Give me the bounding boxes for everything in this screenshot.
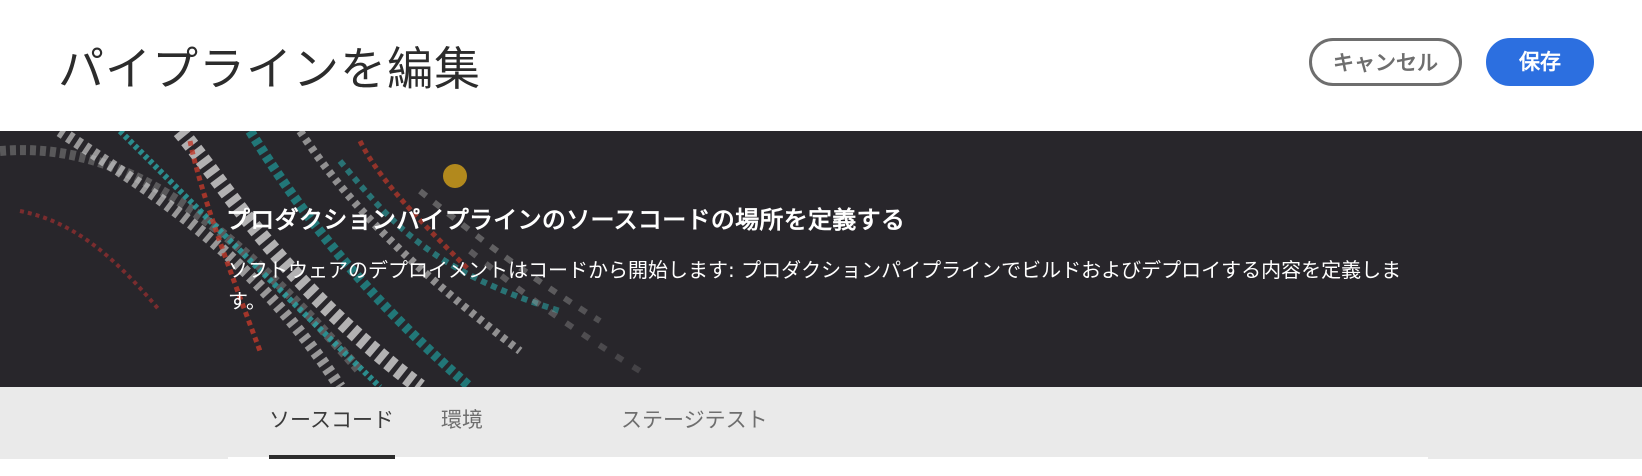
active-tab-indicator: [269, 455, 395, 459]
page-title: パイプラインを編集: [58, 42, 481, 96]
page-header: パイプラインを編集 キャンセル 保存: [0, 0, 1642, 131]
cancel-button[interactable]: キャンセル: [1309, 38, 1462, 86]
hero-banner: プロダクションパイプラインのソースコードの場所を定義する ソフトウェアのデプロイ…: [0, 131, 1642, 387]
tab-bar: ソースコード 環境 ステージテスト: [0, 387, 1642, 459]
banner-description: ソフトウェアのデプロイメントはコードから開始します: プロダクションパイプライン…: [228, 258, 1402, 313]
tab-environment[interactable]: 環境: [441, 387, 483, 459]
tab-stage-test[interactable]: ステージテスト: [621, 387, 768, 459]
tab-divider: [228, 457, 1428, 459]
banner-heading: プロダクションパイプラインのソースコードの場所を定義する: [226, 206, 906, 234]
tab-source-code[interactable]: ソースコード: [269, 387, 394, 459]
save-button[interactable]: 保存: [1486, 38, 1594, 86]
